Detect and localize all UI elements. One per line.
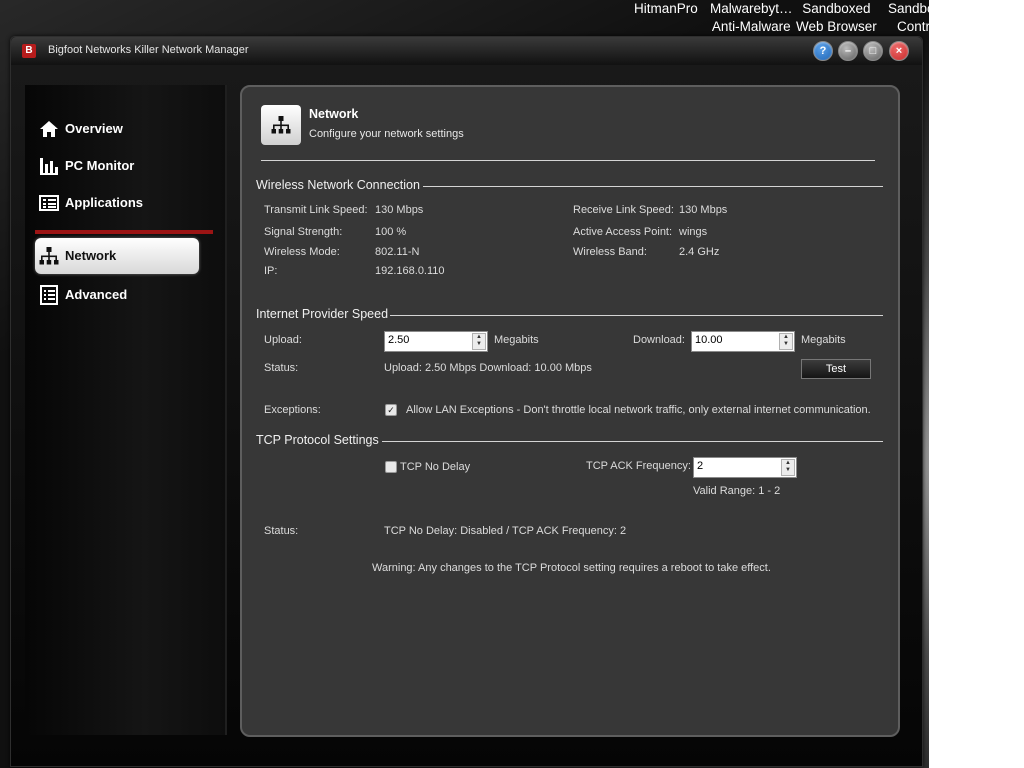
upload-spinner[interactable]: 2.50 ▲ ▼ bbox=[384, 331, 488, 352]
desktop-icon-label: Web Browser bbox=[796, 19, 877, 34]
bar-chart-icon bbox=[40, 158, 58, 175]
sidebar-item-label: PC Monitor bbox=[65, 158, 135, 173]
download-unit: Megabits bbox=[801, 334, 846, 346]
section-divider bbox=[390, 315, 883, 316]
desktop-icon-malwarebytes[interactable]: Malwarebyt… Anti-Malware bbox=[710, 0, 793, 36]
desktop-icon-sandboxed-browser[interactable]: Sandboxed Web Browser bbox=[796, 0, 877, 36]
sidebar: Overview PC Monitor Applications Network… bbox=[25, 85, 227, 735]
page-subtitle: Configure your network settings bbox=[309, 128, 464, 140]
section-divider bbox=[423, 186, 883, 187]
tcp-no-delay-checkbox[interactable] bbox=[385, 461, 397, 473]
spinner-arrows-icon[interactable]: ▲ ▼ bbox=[781, 459, 795, 476]
speed-status-value: Upload: 2.50 Mbps Download: 10.00 Mbps bbox=[384, 362, 592, 374]
list-icon bbox=[40, 285, 58, 305]
lan-exceptions-checkbox[interactable]: ✓ bbox=[385, 404, 397, 416]
home-icon bbox=[40, 121, 58, 137]
upload-label: Upload: bbox=[264, 334, 302, 346]
sidebar-divider bbox=[35, 230, 213, 234]
network-icon bbox=[39, 247, 59, 265]
desktop-icon-label: Anti-Malware bbox=[711, 19, 791, 34]
network-settings-panel: Network Configure your network settings … bbox=[240, 85, 900, 737]
sidebar-item-label: Overview bbox=[65, 121, 123, 136]
ack-frequency-label: TCP ACK Frequency: bbox=[586, 460, 691, 472]
section-divider bbox=[382, 441, 883, 442]
window-title: Bigfoot Networks Killer Network Manager bbox=[48, 44, 249, 56]
access-point-label: Active Access Point: bbox=[573, 226, 673, 238]
network-icon bbox=[271, 116, 291, 134]
sidebar-item-network[interactable]: Network bbox=[35, 238, 199, 274]
transmit-speed-label: Transmit Link Speed: bbox=[264, 204, 368, 216]
desktop-icon-label: Sandboxed bbox=[802, 1, 871, 16]
signal-strength-label: Signal Strength: bbox=[264, 226, 343, 238]
ip-value: 192.168.0.110 bbox=[375, 265, 445, 277]
transmit-speed-value: 130 Mbps bbox=[375, 204, 424, 216]
wireless-mode-label: Wireless Mode: bbox=[264, 246, 340, 258]
sidebar-item-advanced[interactable]: Advanced bbox=[35, 277, 199, 313]
title-bar[interactable]: B Bigfoot Networks Killer Network Manage… bbox=[11, 37, 922, 65]
receive-speed-label: Receive Link Speed: bbox=[573, 204, 674, 216]
tcp-status-value: TCP No Delay: Disabled / TCP ACK Frequen… bbox=[384, 525, 627, 537]
sidebar-item-pc-monitor[interactable]: PC Monitor bbox=[35, 148, 199, 184]
desktop-icon-hitmanpro[interactable]: HitmanPro bbox=[634, 0, 698, 18]
exceptions-label: Exceptions: bbox=[264, 404, 321, 416]
sidebar-item-label: Applications bbox=[65, 195, 144, 210]
receive-speed-value: 130 Mbps bbox=[679, 204, 728, 216]
signal-strength-value: 100 % bbox=[375, 226, 407, 238]
wireless-mode-value: 802.11-N bbox=[375, 246, 420, 258]
header-divider bbox=[261, 160, 875, 161]
download-value: 10.00 bbox=[695, 334, 723, 346]
ack-frequency-spinner[interactable]: 2 ▲ ▼ bbox=[693, 457, 797, 478]
desktop-icon-label: Contr bbox=[897, 19, 931, 34]
desktop-icon-label: Sandbo bbox=[888, 1, 935, 16]
valid-range-text: Valid Range: 1 - 2 bbox=[693, 485, 781, 497]
spinner-arrows-icon[interactable]: ▲ ▼ bbox=[779, 333, 793, 350]
minimize-icon[interactable]: – bbox=[838, 41, 858, 61]
upload-value: 2.50 bbox=[388, 334, 410, 346]
tcp-status-label: Status: bbox=[264, 525, 299, 537]
reboot-warning: Warning: Any changes to the TCP Protocol… bbox=[372, 562, 771, 574]
section-title-wireless: Wireless Network Connection bbox=[256, 178, 420, 192]
applications-icon bbox=[39, 195, 59, 211]
access-point-value: wings bbox=[679, 226, 708, 238]
section-title-tcp: TCP Protocol Settings bbox=[256, 433, 379, 447]
wireless-band-value: 2.4 GHz bbox=[679, 246, 720, 258]
ip-label: IP: bbox=[264, 265, 278, 277]
tcp-no-delay-label: TCP No Delay bbox=[400, 461, 471, 473]
wireless-band-label: Wireless Band: bbox=[573, 246, 647, 258]
download-spinner[interactable]: 10.00 ▲ ▼ bbox=[691, 331, 795, 352]
spinner-arrows-icon[interactable]: ▲ ▼ bbox=[472, 333, 486, 350]
maximize-icon[interactable]: □ bbox=[863, 41, 883, 61]
lan-exceptions-text: Allow LAN Exceptions - Don't throttle lo… bbox=[406, 404, 871, 416]
desktop-background: HitmanPro Malwarebyt… Anti-Malware Sandb… bbox=[0, 0, 935, 768]
desktop-icon-label: Malwarebyt… bbox=[710, 1, 793, 16]
header-icon-box bbox=[261, 105, 301, 145]
desktop-icon-label: HitmanPro bbox=[634, 1, 698, 16]
ack-frequency-value: 2 bbox=[697, 460, 704, 472]
sidebar-item-label: Network bbox=[65, 248, 117, 263]
speed-status-label: Status: bbox=[264, 362, 299, 374]
page-title: Network bbox=[309, 107, 359, 121]
section-title-internet-speed: Internet Provider Speed bbox=[256, 307, 389, 321]
close-icon[interactable]: × bbox=[889, 41, 909, 61]
download-label: Download: bbox=[633, 334, 685, 346]
test-button[interactable]: Test bbox=[801, 359, 871, 379]
app-window: B Bigfoot Networks Killer Network Manage… bbox=[10, 36, 923, 767]
sidebar-item-label: Advanced bbox=[65, 287, 128, 302]
desktop-icon-sandboxed-control[interactable]: Sandbo Contr bbox=[888, 0, 935, 36]
sidebar-item-overview[interactable]: Overview bbox=[35, 111, 199, 147]
upload-unit: Megabits bbox=[494, 334, 539, 346]
help-icon[interactable]: ? bbox=[813, 41, 833, 61]
sidebar-item-applications[interactable]: Applications bbox=[35, 185, 199, 221]
app-logo-icon: B bbox=[22, 44, 36, 58]
